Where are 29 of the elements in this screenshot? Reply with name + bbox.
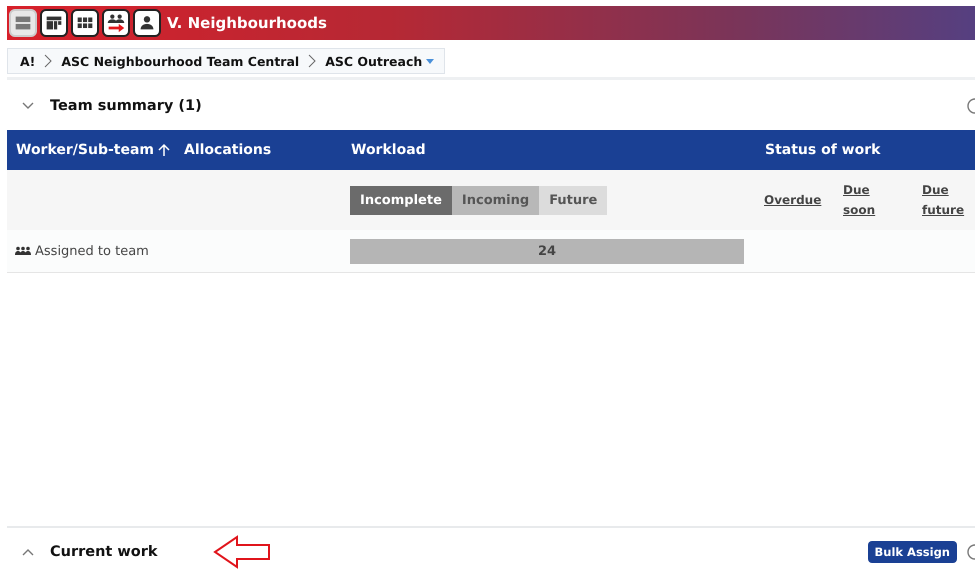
status-link[interactable]: Due soon	[843, 180, 876, 220]
status-link[interactable]: Due future	[922, 180, 964, 220]
column-header[interactable]: Allocations	[175, 130, 342, 170]
workload-tab[interactable]: Incoming	[452, 186, 540, 214]
breadcrumb-link[interactable]: A!	[20, 54, 36, 68]
annotation-arrow	[213, 535, 273, 569]
breadcrumb-link[interactable]: ASC Neighbourhood Team Central	[61, 54, 300, 68]
chevron-icon	[307, 54, 318, 68]
section-title: Team summary (1)	[50, 98, 202, 114]
column-header[interactable]: Worker/Sub-team	[7, 130, 175, 170]
workload-tab[interactable]: Incomplete	[350, 186, 452, 214]
status-link[interactable]: Overdue	[764, 190, 822, 210]
section-title: Current work	[50, 544, 158, 560]
team-icon	[15, 246, 31, 256]
bulk-assign-button[interactable]: Bulk Assign	[868, 541, 957, 563]
workload-bar: 24	[350, 238, 744, 264]
column-header[interactable]: Workload	[342, 130, 756, 170]
worker-name: Assigned to team	[35, 244, 149, 258]
workload-tab[interactable]: Future	[539, 186, 608, 214]
people-arrow-icon	[105, 12, 127, 34]
chevron-icon	[43, 54, 54, 68]
column-header[interactable]: Status of work	[756, 130, 975, 170]
rows-button[interactable]	[9, 9, 37, 37]
breadcrumb-link[interactable]: ASC Outreach	[325, 54, 434, 68]
person-button[interactable]	[133, 9, 161, 37]
app-title: V. Neighbourhoods	[167, 14, 327, 32]
dashboard-button[interactable]	[40, 9, 68, 37]
team-transfer-button[interactable]	[102, 9, 130, 37]
grid-button[interactable]	[71, 9, 99, 37]
